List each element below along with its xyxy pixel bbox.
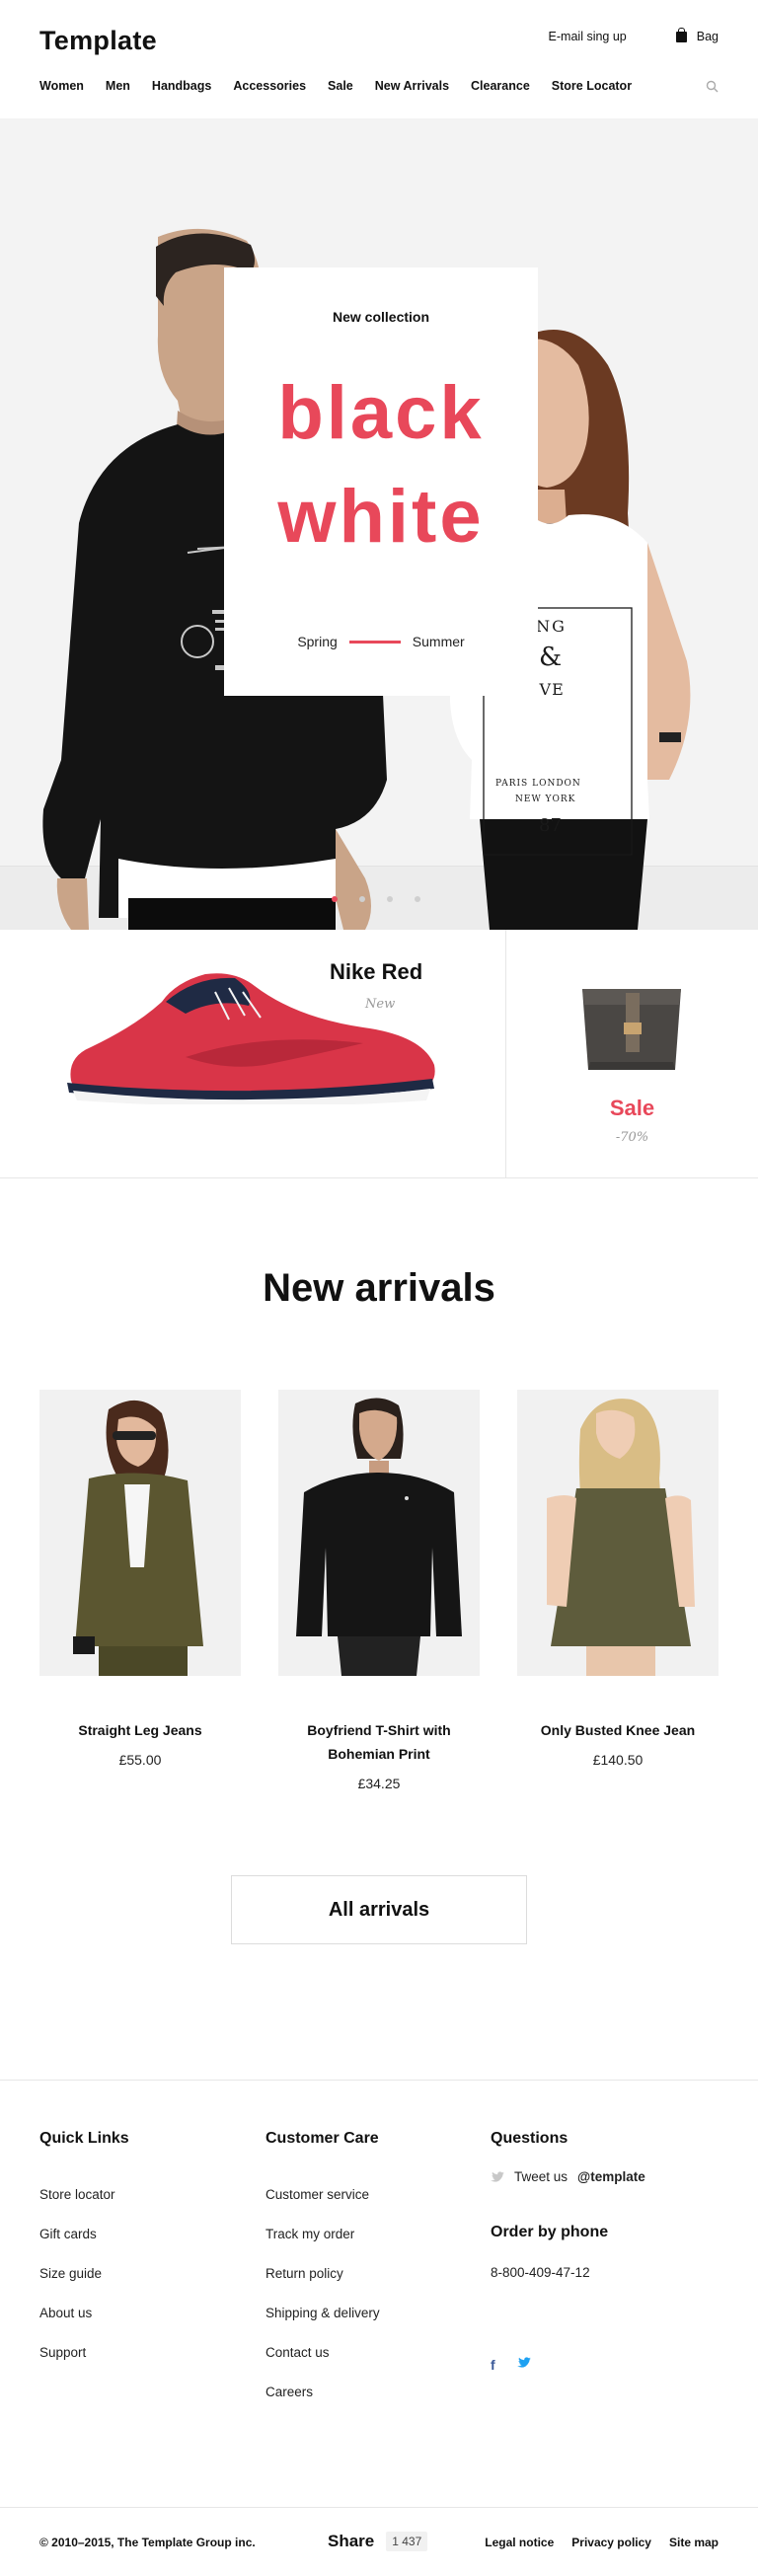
footer-heading: Questions (491, 2130, 568, 2147)
product-card[interactable]: Boyfriend T-Shirt with Bohemian Print £3… (278, 1390, 480, 1791)
product-card[interactable]: Straight Leg Jeans £55.00 (39, 1390, 241, 1768)
nav-item-accessories[interactable]: Accessories (233, 79, 306, 93)
product-image[interactable] (517, 1390, 719, 1676)
promo-eyebrow: New collection (332, 309, 430, 325)
footer-customer-care: Customer Care Customer service Track my … (265, 2130, 380, 2424)
svg-text:NEW YORK: NEW YORK (515, 795, 575, 804)
product-image[interactable] (278, 1390, 480, 1676)
nav-item-men[interactable]: Men (106, 79, 130, 93)
product-price: £55.00 (118, 1752, 162, 1768)
tweet-us-link[interactable]: Tweet us @template (491, 2169, 645, 2184)
nav-item-store-locator[interactable]: Store Locator (552, 79, 632, 93)
footer-bottom-bar: © 2010–2015, The Template Group inc. Sha… (0, 2507, 758, 2576)
footer-heading: Customer Care (265, 2130, 379, 2147)
bag-icon (675, 27, 687, 42)
product-image[interactable] (39, 1390, 241, 1676)
nav-item-clearance[interactable]: Clearance (471, 79, 530, 93)
svg-text:&: & (539, 643, 562, 672)
share-count: 1 437 (386, 2532, 428, 2551)
slider-dots (332, 896, 420, 902)
order-by-phone-heading: Order by phone (491, 2224, 609, 2240)
svg-text:87: 87 (539, 815, 562, 836)
footer-questions: Questions Tweet us @template Order by ph… (491, 2130, 645, 2280)
footer-link-support[interactable]: Support (39, 2345, 129, 2361)
footer-link-track-order[interactable]: Track my order (265, 2227, 380, 2242)
sale-discount: -70% (615, 1130, 649, 1145)
promo-season-range: Spring Summer (224, 634, 538, 649)
slider-dot-3[interactable] (387, 896, 393, 902)
bag-link[interactable]: Bag (675, 27, 719, 43)
search-icon[interactable] (706, 80, 719, 93)
email-signup-link[interactable]: E-mail sing up (549, 30, 627, 43)
footer-link-gift-cards[interactable]: Gift cards (39, 2227, 129, 2242)
sale-bag-image[interactable] (572, 971, 691, 1070)
footer-link-about-us[interactable]: About us (39, 2306, 129, 2321)
footer-link-return-policy[interactable]: Return policy (265, 2266, 380, 2282)
section-title-new-arrivals: New arrivals (263, 1266, 495, 1310)
twitter-icon (491, 2170, 504, 2182)
feature-row: Nike Red New Sale -70% (0, 930, 758, 1178)
footer-link-shipping-delivery[interactable]: Shipping & delivery (265, 2306, 380, 2321)
logo[interactable]: Template (39, 26, 157, 56)
svg-text:PARIS LONDON: PARIS LONDON (495, 779, 581, 789)
season-to: Summer (412, 634, 465, 649)
slider-dot-4[interactable] (415, 896, 420, 902)
product-name[interactable]: Only Busted Knee Jean (517, 1718, 719, 1742)
slider-dot-2[interactable] (359, 896, 365, 902)
promo-headline-line-1: black (277, 371, 485, 455)
product-price: £140.50 (592, 1752, 644, 1768)
facebook-icon[interactable]: f (491, 2357, 495, 2373)
promo-headline-line-2: white (277, 475, 485, 559)
all-arrivals-button[interactable]: All arrivals (231, 1875, 527, 1944)
nav-item-women[interactable]: Women (39, 79, 84, 93)
footer-heading: Quick Links (39, 2130, 129, 2147)
share-label[interactable]: Share (328, 2532, 374, 2551)
footer-link-customer-service[interactable]: Customer service (265, 2187, 380, 2203)
product-name[interactable]: Boyfriend T-Shirt with Bohemian Print (278, 1718, 480, 1766)
nav-item-sale[interactable]: Sale (328, 79, 353, 93)
order-phone-number[interactable]: 8-800-409-47-12 (491, 2265, 645, 2280)
site-footer: Quick Links Store locator Gift cards Siz… (0, 2080, 758, 2576)
twitter-icon[interactable] (516, 2357, 531, 2369)
product-card[interactable]: Only Busted Knee Jean £140.50 (517, 1390, 719, 1768)
tweet-handle[interactable]: @template (577, 2169, 645, 2184)
copyright-text: © 2010–2015, The Template Group inc. (39, 2536, 256, 2549)
footer-link-store-locator[interactable]: Store locator (39, 2187, 129, 2203)
legal-links: Legal notice Privacy policy Site map (485, 2536, 719, 2549)
top-links: E-mail sing up Bag (549, 27, 719, 43)
privacy-policy-link[interactable]: Privacy policy (571, 2536, 651, 2549)
site-map-link[interactable]: Site map (669, 2536, 719, 2549)
social-links: f (491, 2357, 531, 2373)
bag-label: Bag (696, 30, 719, 43)
sale-label[interactable]: Sale (506, 1096, 758, 1121)
hero-banner: YOUNG & N LOVE PARIS LONDON NEW YORK 87 … (0, 118, 758, 930)
season-from: Spring (297, 634, 338, 649)
footer-link-size-guide[interactable]: Size guide (39, 2266, 129, 2282)
legal-notice-link[interactable]: Legal notice (485, 2536, 554, 2549)
share-widget[interactable]: Share 1 437 (328, 2532, 428, 2551)
footer-link-careers[interactable]: Careers (265, 2385, 380, 2400)
nav-item-handbags[interactable]: Handbags (152, 79, 211, 93)
promo-card[interactable]: New collection black white Spring Summer (224, 267, 538, 696)
main-nav: Women Men Handbags Accessories Sale New … (39, 79, 653, 93)
site-header: Template E-mail sing up Bag Women Men Ha… (0, 0, 758, 118)
footer-link-contact-us[interactable]: Contact us (265, 2345, 380, 2361)
product-name[interactable]: Straight Leg Jeans (39, 1718, 241, 1742)
featured-product-tag: New (365, 997, 396, 1012)
slider-dot-1[interactable] (332, 896, 338, 902)
nav-item-new-arrivals[interactable]: New Arrivals (375, 79, 449, 93)
season-divider (348, 640, 401, 644)
product-price: £34.25 (357, 1776, 401, 1791)
footer-quick-links: Quick Links Store locator Gift cards Siz… (39, 2130, 129, 2385)
tweet-label: Tweet us (514, 2169, 568, 2184)
featured-product-title[interactable]: Nike Red (330, 959, 422, 985)
